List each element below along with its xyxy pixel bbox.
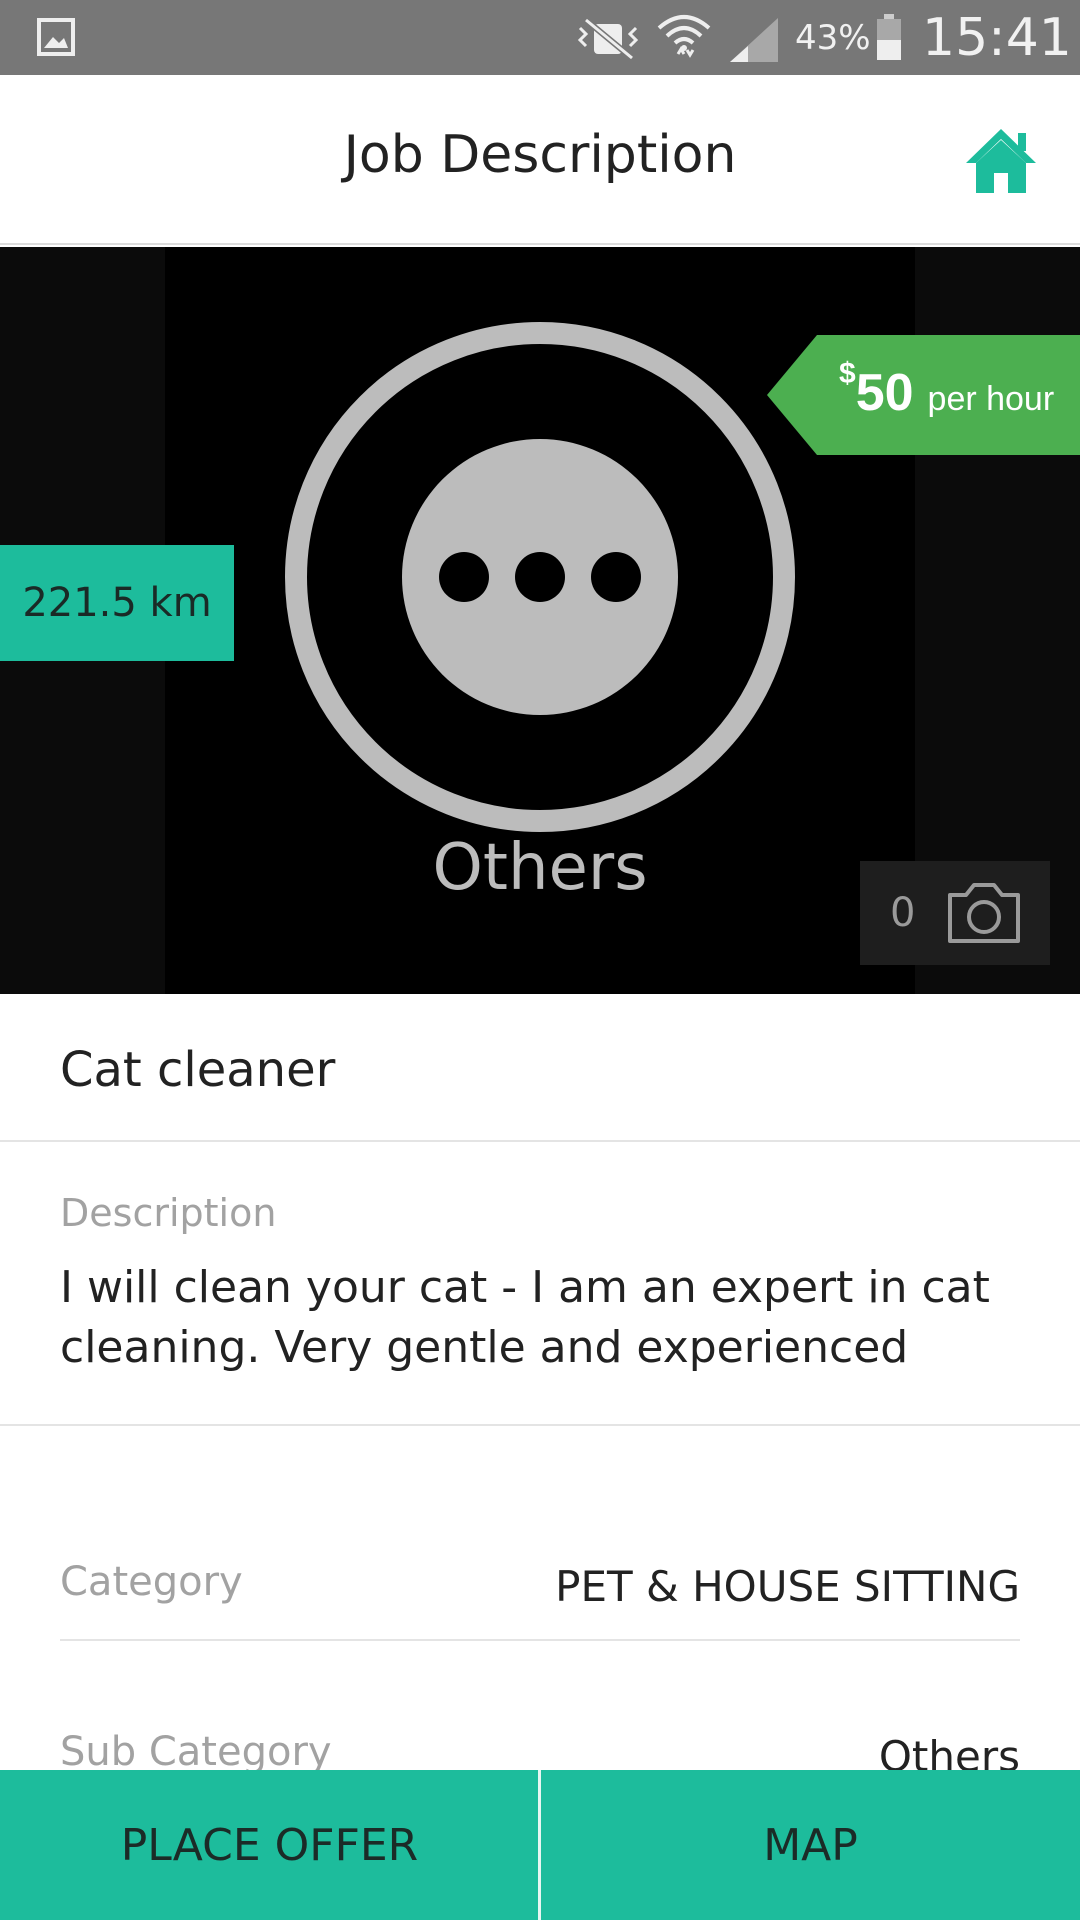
distance-text: 221.5 km bbox=[22, 580, 212, 626]
gallery-icon bbox=[37, 18, 75, 56]
subcategory-field-label: Sub Category bbox=[60, 1729, 332, 1775]
description-label: Description bbox=[60, 1191, 277, 1235]
price-currency: $ bbox=[839, 357, 856, 390]
distance-badge: 221.5 km bbox=[0, 545, 234, 661]
price-unit: per hour bbox=[927, 380, 1055, 418]
category-field-value: PET & HOUSE SITTING bbox=[555, 1562, 1020, 1611]
home-icon[interactable] bbox=[962, 125, 1040, 197]
divider bbox=[0, 1140, 1080, 1142]
job-title: Cat cleaner bbox=[60, 1042, 336, 1098]
signal-icon bbox=[730, 18, 778, 62]
battery-percentage: 43% bbox=[795, 18, 871, 58]
clock: 15:41 bbox=[922, 8, 1072, 68]
description-text: I will clean your cat - I am an expert i… bbox=[60, 1262, 990, 1373]
photo-count-button[interactable]: 0 bbox=[860, 861, 1050, 965]
map-button[interactable]: MAP bbox=[541, 1770, 1080, 1920]
app-bar: Job Description bbox=[0, 75, 1080, 245]
price-text: $50 per hour bbox=[839, 357, 1055, 423]
divider bbox=[0, 1424, 1080, 1426]
price-badge: $50 per hour bbox=[767, 335, 1080, 455]
bottom-action-bar: PLACE OFFER MAP bbox=[0, 1770, 1080, 1920]
category-field-label: Category bbox=[60, 1559, 243, 1605]
job-hero-image: Others 221.5 km $50 per hour 0 bbox=[0, 247, 1080, 994]
camera-icon bbox=[948, 883, 1020, 943]
status-bar: 43% 15:41 bbox=[0, 0, 1080, 75]
mute-icon bbox=[577, 17, 639, 61]
place-offer-button[interactable]: PLACE OFFER bbox=[0, 1770, 539, 1920]
wifi-icon bbox=[657, 15, 711, 58]
battery-icon bbox=[877, 14, 901, 60]
page-title: Job Description bbox=[343, 125, 737, 185]
divider bbox=[60, 1639, 1020, 1641]
photo-count: 0 bbox=[890, 890, 916, 936]
others-category-icon bbox=[285, 322, 795, 832]
price-amount: 50 bbox=[855, 364, 914, 422]
